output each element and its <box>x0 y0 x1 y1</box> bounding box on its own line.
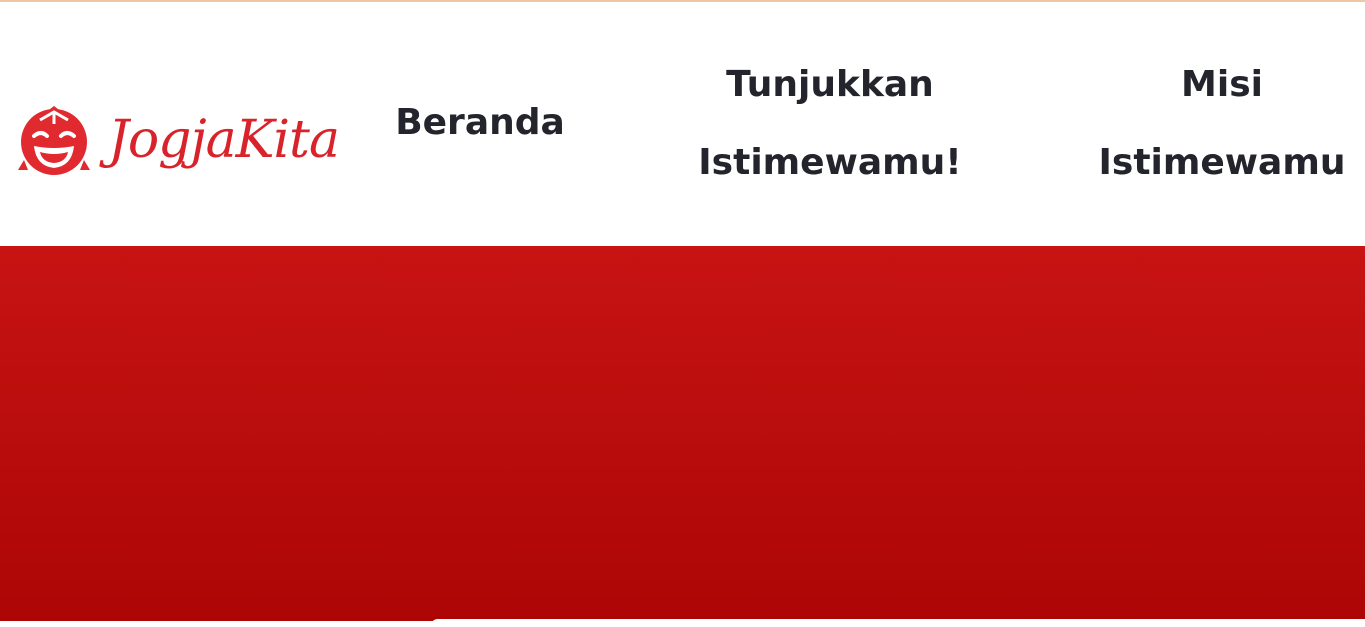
nav-item-beranda[interactable]: Beranda <box>380 84 580 162</box>
hero-banner <box>0 246 1365 627</box>
nav-item-label: Istimewamu <box>1098 142 1346 183</box>
laughing-face-logo-icon <box>18 106 90 175</box>
site-header: JogjaKita Beranda Tunjukkan Istimewamu! … <box>0 2 1365 246</box>
nav-item-label: Misi <box>1181 64 1263 105</box>
brand-name: JogjaKita <box>108 110 340 170</box>
content-card-top-edge <box>430 619 1365 627</box>
nav-item-label: Beranda <box>395 102 565 143</box>
nav-item-label: Istimewamu! <box>698 142 962 183</box>
logo-link[interactable]: JogjaKita <box>14 98 354 182</box>
nav-item-misi-istimewamu[interactable]: Misi Istimewamu <box>1080 46 1364 202</box>
nav-item-label: Tunjukkan <box>726 64 934 105</box>
nav-item-tunjukkan-istimewamu[interactable]: Tunjukkan Istimewamu! <box>660 46 1000 202</box>
